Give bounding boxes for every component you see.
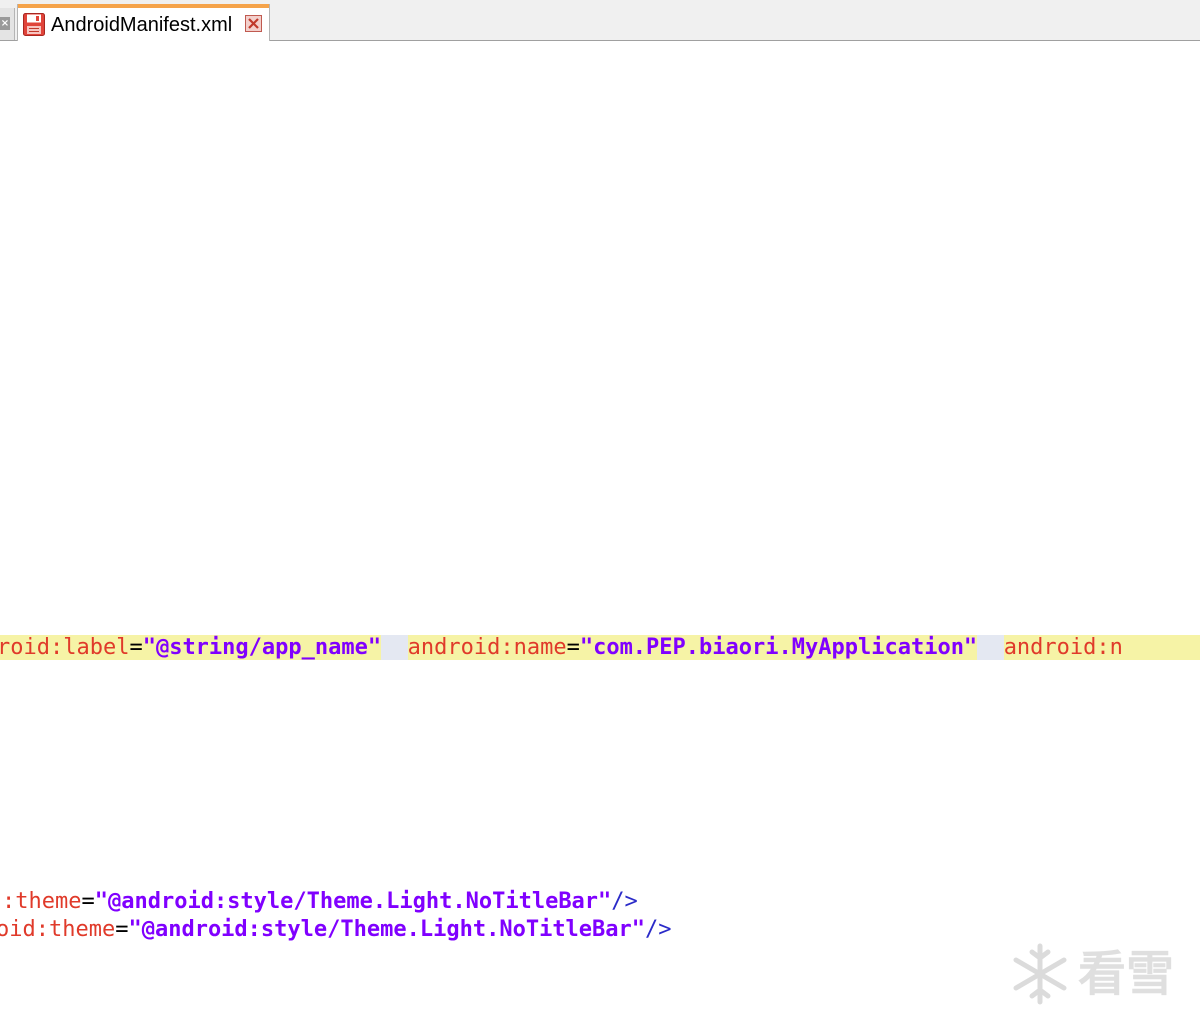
- kanxue-watermark: 看雪: [1008, 942, 1183, 1006]
- code-line-application: roid:label="@string/app_name" android:na…: [0, 634, 1200, 662]
- tag-end: />: [611, 889, 638, 914]
- attribute-name: :theme: [2, 889, 82, 914]
- code-editor[interactable]: roid:label="@string/app_name" android:na…: [0, 42, 1200, 1030]
- watermark-text: 看雪: [1078, 946, 1175, 1002]
- equals-sign: =: [129, 635, 143, 660]
- code-line-theme: :theme="@android:style/Theme.Light.NoTit…: [2, 888, 638, 916]
- equals-sign: =: [566, 635, 580, 660]
- equals-sign: =: [115, 917, 129, 942]
- tag-end: />: [645, 917, 672, 942]
- equals-sign: =: [81, 889, 95, 914]
- attribute-value: "@string/app_name": [142, 635, 382, 660]
- tab-androidmanifest[interactable]: AndroidManifest.xml: [17, 4, 270, 41]
- close-icon[interactable]: [245, 15, 262, 32]
- tab-title: AndroidManifest.xml: [51, 14, 233, 36]
- snowflake-icon: [1013, 943, 1067, 1005]
- attribute-value: "@android:style/Theme.Light.NoTitleBar": [94, 889, 612, 914]
- attribute-value: "@android:style/Theme.Light.NoTitleBar": [128, 917, 646, 942]
- save-icon: [23, 13, 45, 36]
- attribute-value: "com.PEP.biaori.MyApplication": [579, 635, 978, 660]
- attribute-name: android:n: [1003, 635, 1123, 660]
- attribute-name: android:name: [407, 635, 567, 660]
- attribute-name: roid:label: [0, 635, 130, 660]
- active-tab-indicator: [18, 4, 269, 8]
- code-line-theme: oid:theme="@android:style/Theme.Light.No…: [0, 916, 672, 944]
- attribute-name: oid:theme: [0, 917, 116, 942]
- tab-previous[interactable]: ×: [0, 8, 15, 40]
- close-icon[interactable]: ×: [0, 17, 10, 30]
- tab-bar: × AndroidManifest.xml: [0, 0, 1200, 41]
